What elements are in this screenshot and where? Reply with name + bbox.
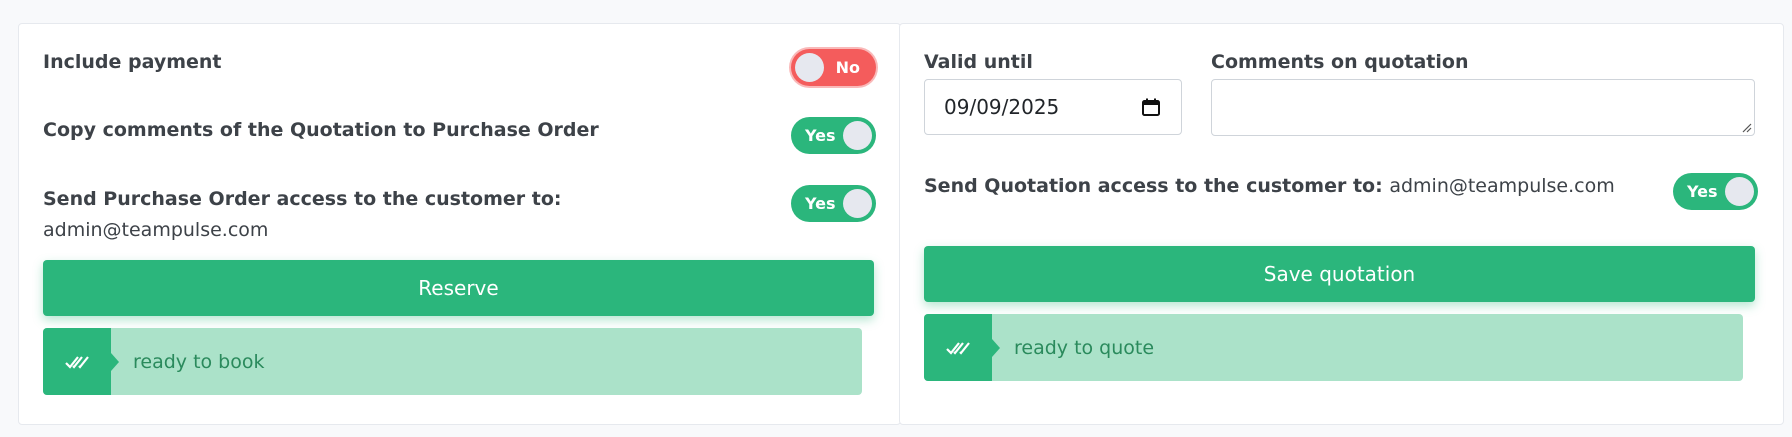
send-quotation-toggle[interactable]: Yes [1673,173,1758,210]
toggle-knob [795,53,824,82]
double-check-icon [43,328,119,395]
booking-status-bar: ready to book [43,328,862,395]
valid-until-date-input[interactable]: 09/09/2025 [924,79,1182,135]
resize-grip-icon[interactable] [1740,121,1752,133]
toggle-state: Yes [805,194,836,213]
send-quotation-label-text: Send Quotation access to the customer to… [924,175,1383,197]
toggle-state: Yes [1687,182,1718,201]
send-po-email: admin@teampulse.com [43,219,269,241]
toggle-knob [843,189,872,218]
include-payment-label: Include payment [43,51,222,73]
double-check-icon [924,314,1000,381]
copy-comments-toggle[interactable]: Yes [791,117,876,154]
reserve-button[interactable]: Reserve [43,260,874,316]
toggle-knob [1725,177,1754,206]
send-po-label: Send Purchase Order access to the custom… [43,188,562,210]
comments-textarea[interactable] [1211,79,1755,136]
calendar-icon[interactable] [1141,97,1161,122]
send-quotation-label: Send Quotation access to the customer to… [924,175,1615,197]
toggle-state: No [835,58,860,77]
valid-until-label: Valid until [924,51,1033,73]
quotation-status-text: ready to quote [1014,336,1155,359]
quotation-panel: Valid until 09/09/2025 Comments on quota… [899,23,1784,425]
copy-comments-label: Copy comments of the Quotation to Purcha… [43,119,599,141]
save-quotation-button[interactable]: Save quotation [924,246,1755,302]
send-po-toggle[interactable]: Yes [791,185,876,222]
valid-until-value: 09/09/2025 [944,95,1060,119]
quotation-status-bar: ready to quote [924,314,1743,381]
booking-panel: Include payment No Copy comments of the … [18,23,901,425]
toggle-state: Yes [805,126,836,145]
booking-status-text: ready to book [133,350,265,373]
comments-label: Comments on quotation [1211,51,1469,73]
include-payment-toggle[interactable]: No [791,49,876,86]
send-quotation-email: admin@teampulse.com [1389,175,1615,197]
toggle-knob [843,121,872,150]
